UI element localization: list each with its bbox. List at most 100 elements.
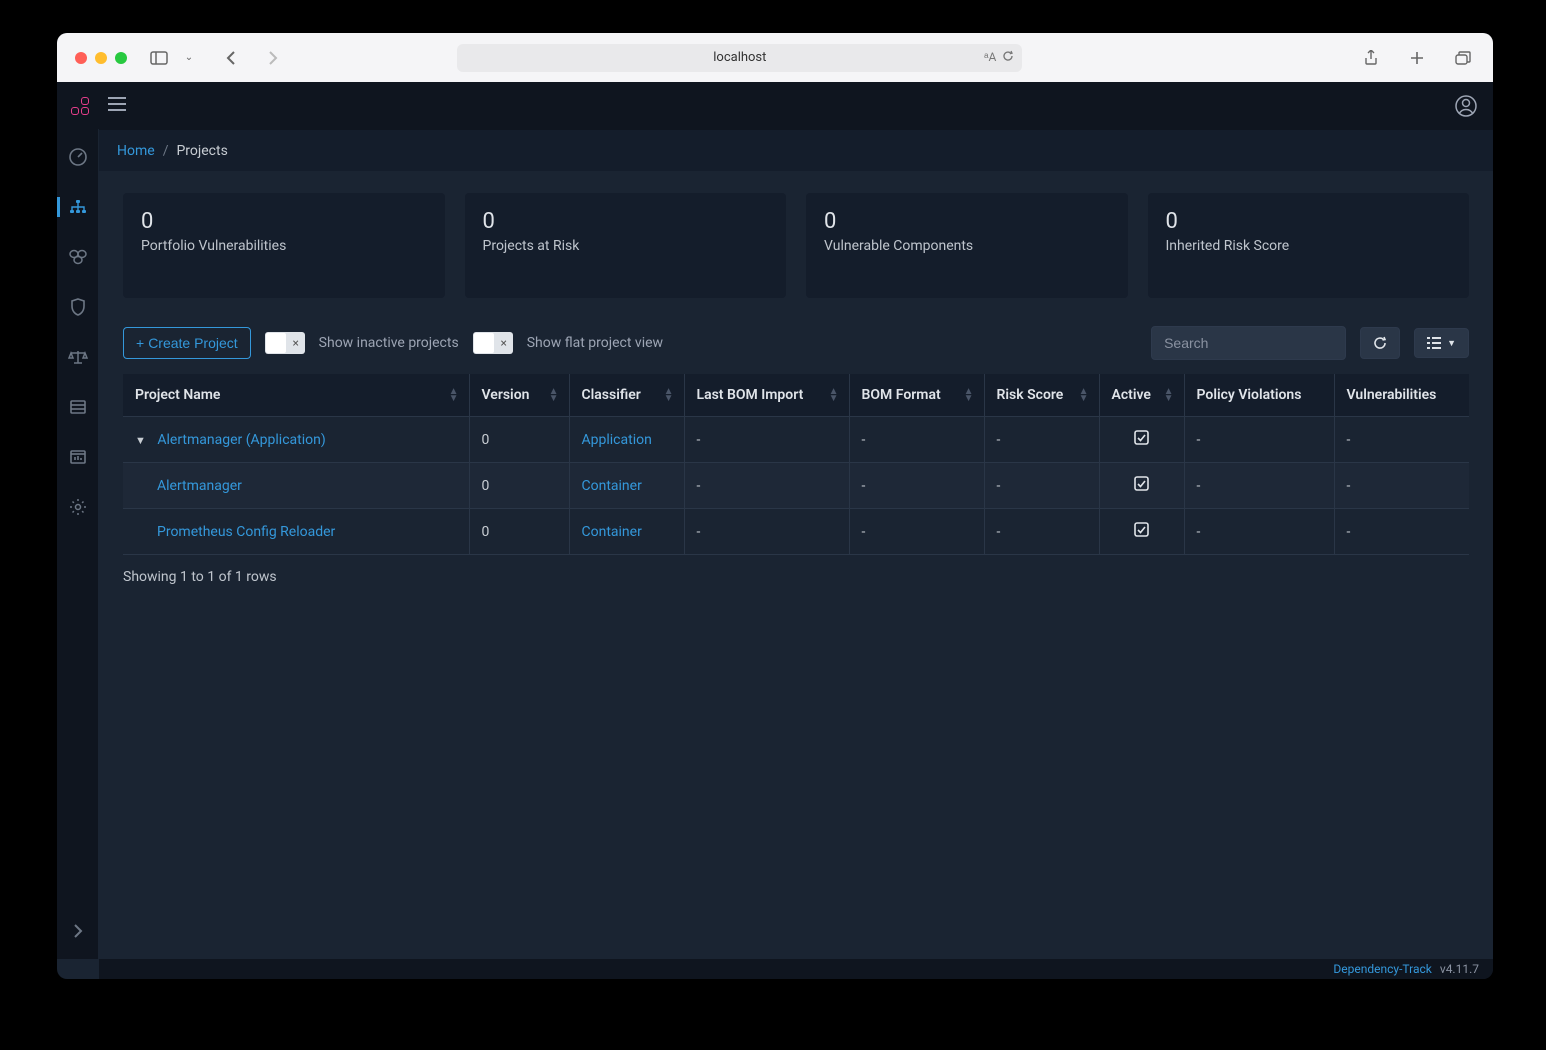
stat-value: 0 xyxy=(824,209,1110,234)
create-project-label: Create Project xyxy=(148,335,237,351)
cell-project-name: Prometheus Config Reloader xyxy=(123,509,469,555)
new-tab-icon[interactable] xyxy=(1405,46,1429,70)
user-menu-button[interactable] xyxy=(1453,93,1479,119)
breadcrumb-home-link[interactable]: Home xyxy=(117,143,155,159)
col-active[interactable]: Active▲▼ xyxy=(1099,374,1184,417)
cell-last-bom: - xyxy=(684,417,849,463)
sidebar-expand-button[interactable] xyxy=(57,917,99,945)
address-bar[interactable]: localhost ᵃA xyxy=(457,44,1022,72)
cell-active xyxy=(1099,417,1184,463)
cell-classifier: Application xyxy=(569,417,684,463)
plus-icon: + xyxy=(136,335,144,351)
projects-table: Project Name▲▼ Version▲▼ Classifier▲▼ La… xyxy=(123,374,1469,555)
chevron-down-icon[interactable]: ⌄ xyxy=(177,46,201,70)
show-inactive-toggle[interactable]: × xyxy=(265,332,305,354)
show-flat-toggle[interactable]: × xyxy=(473,332,513,354)
stat-label: Projects at Risk xyxy=(483,238,769,254)
cell-vuln: - xyxy=(1334,463,1469,509)
classifier-link[interactable]: Container xyxy=(582,478,642,494)
sidebar-item-projects[interactable] xyxy=(57,193,99,221)
cell-vuln: - xyxy=(1334,417,1469,463)
table-row: Alertmanager 0 Container - - - - - xyxy=(123,463,1469,509)
app-logo[interactable] xyxy=(71,97,93,115)
sidebar-item-components[interactable] xyxy=(57,243,99,271)
sidebar-item-vulnerabilities[interactable] xyxy=(57,293,99,321)
app-footer: Dependency-Track v4.11.7 xyxy=(99,959,1493,979)
stat-label: Vulnerable Components xyxy=(824,238,1110,254)
project-link[interactable]: Prometheus Config Reloader xyxy=(157,524,335,540)
reload-icon[interactable] xyxy=(1002,50,1014,66)
stat-label: Inherited Risk Score xyxy=(1166,238,1452,254)
refresh-icon xyxy=(1373,336,1387,350)
cell-classifier: Container xyxy=(569,463,684,509)
cell-risk-score: - xyxy=(984,509,1099,555)
check-icon xyxy=(1134,433,1149,449)
app-header xyxy=(57,82,1493,129)
sidebar-toggle-icon[interactable] xyxy=(147,46,171,70)
cell-active xyxy=(1099,463,1184,509)
back-button[interactable] xyxy=(219,46,243,70)
list-icon xyxy=(1427,337,1441,349)
cell-risk-score: - xyxy=(984,463,1099,509)
col-version[interactable]: Version▲▼ xyxy=(469,374,569,417)
stat-value: 0 xyxy=(1166,209,1452,234)
col-bom-format[interactable]: BOM Format▲▼ xyxy=(849,374,984,417)
cell-active xyxy=(1099,509,1184,555)
tabs-icon[interactable] xyxy=(1451,46,1475,70)
sidebar-item-policy[interactable] xyxy=(57,393,99,421)
show-inactive-label: Show inactive projects xyxy=(319,335,459,351)
refresh-button[interactable] xyxy=(1360,327,1400,359)
stat-projects-at-risk: 0 Projects at Risk xyxy=(465,193,787,298)
browser-titlebar: ⌄ localhost ᵃA xyxy=(57,33,1493,82)
sidebar-item-admin[interactable] xyxy=(57,493,99,521)
table-toolbar: + Create Project × Show inactive project… xyxy=(123,326,1469,360)
breadcrumb-separator: / xyxy=(163,143,169,159)
table-row: Prometheus Config Reloader 0 Container -… xyxy=(123,509,1469,555)
cell-version: 0 xyxy=(469,463,569,509)
project-link[interactable]: Alertmanager xyxy=(157,478,242,494)
search-input[interactable] xyxy=(1151,326,1346,360)
menu-toggle-button[interactable] xyxy=(107,96,127,116)
breadcrumb-current: Projects xyxy=(176,143,227,159)
sidebar-item-licenses[interactable] xyxy=(57,343,99,371)
col-policy-violations[interactable]: Policy Violations xyxy=(1184,374,1334,417)
forward-button[interactable] xyxy=(261,46,285,70)
cell-policy: - xyxy=(1184,509,1334,555)
create-project-button[interactable]: + Create Project xyxy=(123,327,251,359)
browser-window: ⌄ localhost ᵃA xyxy=(57,33,1493,979)
columns-button[interactable]: ▼ xyxy=(1414,328,1469,358)
stat-value: 0 xyxy=(141,209,427,234)
pagination-info: Showing 1 to 1 of 1 rows xyxy=(123,569,1469,585)
chevron-down-icon: ▼ xyxy=(1447,338,1456,348)
cell-version: 0 xyxy=(469,509,569,555)
cell-bom-format: - xyxy=(849,509,984,555)
cell-policy: - xyxy=(1184,463,1334,509)
col-last-bom[interactable]: Last BOM Import▲▼ xyxy=(684,374,849,417)
sidebar xyxy=(57,129,99,959)
cell-risk-score: - xyxy=(984,417,1099,463)
sidebar-item-reports[interactable] xyxy=(57,443,99,471)
cell-policy: - xyxy=(1184,417,1334,463)
classifier-link[interactable]: Container xyxy=(582,524,642,540)
classifier-link[interactable]: Application xyxy=(582,432,652,448)
col-project-name[interactable]: Project Name▲▼ xyxy=(123,374,469,417)
tree-caret-icon[interactable]: ▼ xyxy=(135,434,146,447)
col-vulnerabilities[interactable]: Vulnerabilities xyxy=(1334,374,1469,417)
check-icon xyxy=(1134,479,1149,495)
cell-last-bom: - xyxy=(684,463,849,509)
maximize-window-button[interactable] xyxy=(115,52,127,64)
cell-classifier: Container xyxy=(569,509,684,555)
close-window-button[interactable] xyxy=(75,52,87,64)
translate-icon[interactable]: ᵃA xyxy=(984,50,996,66)
stat-vulnerable-components: 0 Vulnerable Components xyxy=(806,193,1128,298)
minimize-window-button[interactable] xyxy=(95,52,107,64)
footer-brand-link[interactable]: Dependency-Track xyxy=(1333,962,1431,976)
col-risk-score[interactable]: Risk Score▲▼ xyxy=(984,374,1099,417)
sidebar-item-dashboard[interactable] xyxy=(57,143,99,171)
stats-row: 0 Portfolio Vulnerabilities 0 Projects a… xyxy=(123,193,1469,298)
stat-label: Portfolio Vulnerabilities xyxy=(141,238,427,254)
share-icon[interactable] xyxy=(1359,46,1383,70)
check-icon xyxy=(1134,525,1149,541)
project-link[interactable]: Alertmanager (Application) xyxy=(157,432,325,448)
col-classifier[interactable]: Classifier▲▼ xyxy=(569,374,684,417)
